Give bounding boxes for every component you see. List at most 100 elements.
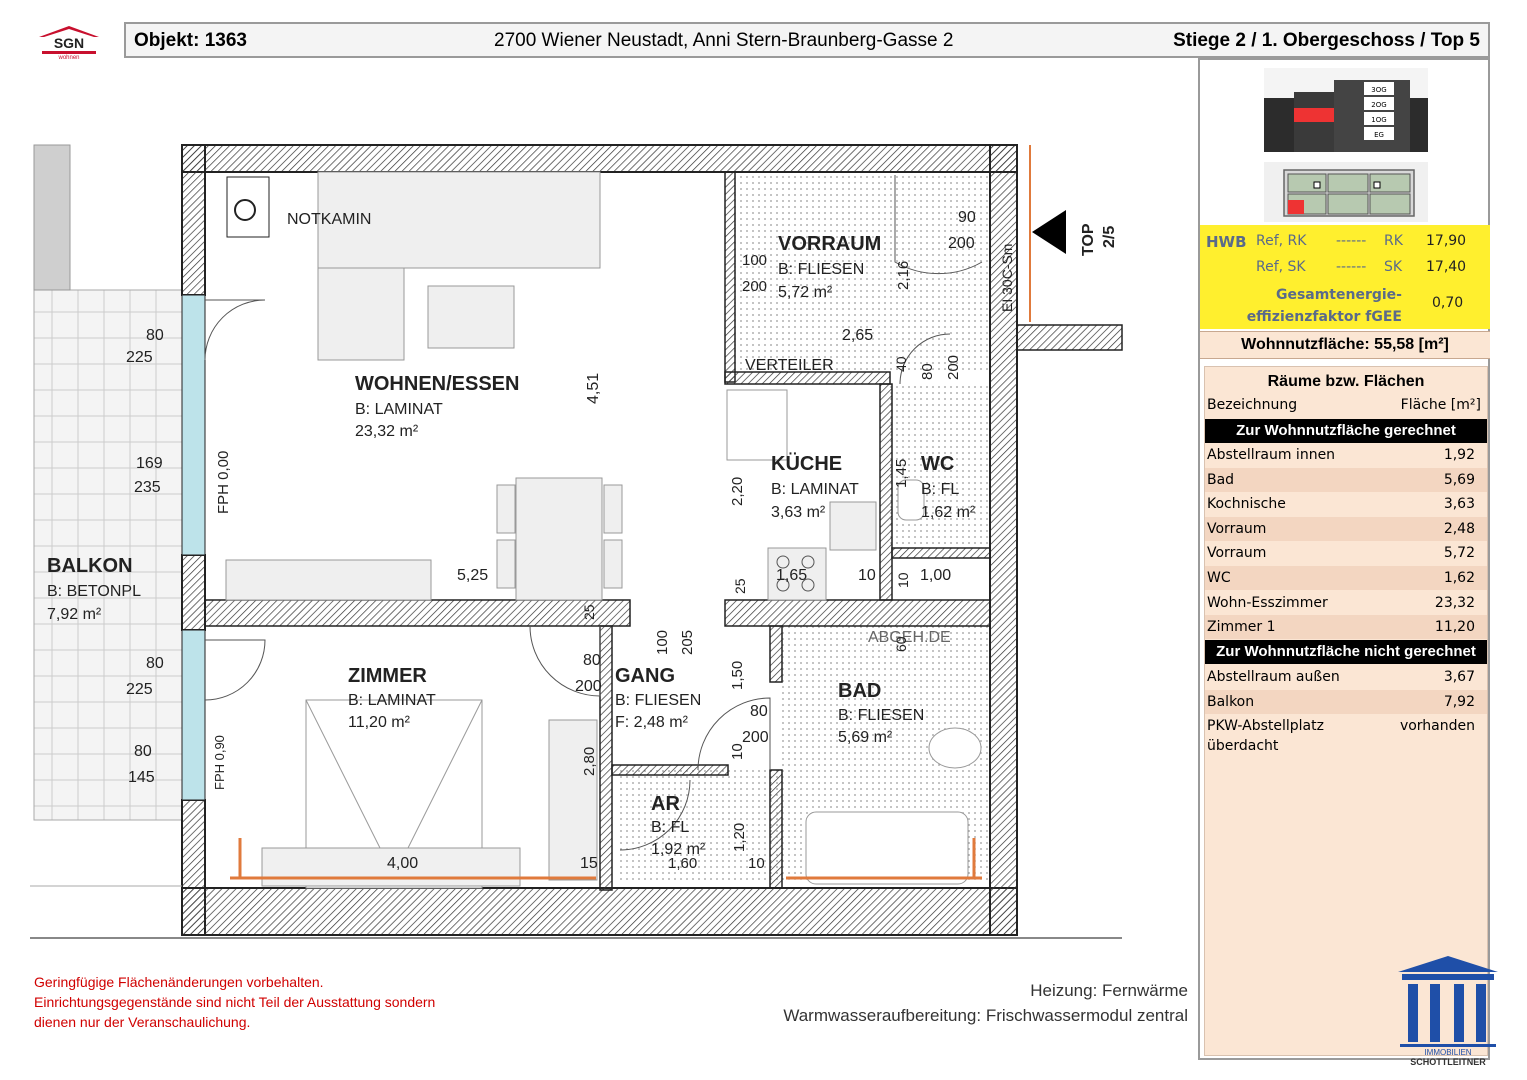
room-row: WC 1,62: [1205, 566, 1487, 590]
svg-text:1OG: 1OG: [1371, 116, 1386, 124]
label-gang: GANG: [615, 665, 675, 687]
svg-text:ABGEH.DE: ABGEH.DE: [868, 629, 951, 646]
svg-text:80: 80: [919, 363, 936, 380]
svg-text:F: 2,48 m²: F: 2,48 m²: [615, 714, 689, 731]
sink: [829, 501, 877, 551]
sk-label: SK: [1384, 259, 1403, 275]
sideboard: [225, 559, 432, 601]
dash-rk: ------: [1336, 233, 1367, 249]
svg-text:60: 60: [893, 636, 909, 652]
room-area: 3,63: [1443, 496, 1475, 513]
svg-text:FPH 0,90: FPH 0,90: [212, 735, 227, 790]
room-name: Bad: [1207, 471, 1235, 488]
svg-text:3,63 m²: 3,63 m²: [771, 504, 826, 521]
svg-text:200: 200: [575, 678, 602, 695]
svg-text:2/5: 2/5: [1101, 226, 1118, 248]
floor-plan: NOTKAMIN WOHNEN/ESSEN B: LAMINAT 23,32 m…: [30, 144, 1123, 939]
room-area: 3,67: [1443, 669, 1475, 685]
washbasin: [928, 727, 982, 769]
room-row: Bad 5,69: [1205, 467, 1487, 492]
wall-left-mid: [181, 554, 206, 631]
wall-gang-left: [599, 625, 613, 891]
svg-text:25: 25: [581, 604, 597, 620]
balcony-railing: [33, 144, 71, 291]
label-ar: AR: [651, 793, 680, 815]
label-balkon: BALKON: [47, 555, 133, 577]
hwb-label: HWB: [1206, 233, 1247, 251]
wall-wc-left: [879, 383, 893, 601]
room-area: vorhanden: [1399, 718, 1475, 735]
svg-text:TOP: TOP: [1080, 223, 1097, 256]
rooms-table: Räume bzw. Flächen Bezeichnung Fläche [m…: [1204, 366, 1488, 1056]
svg-text:40: 40: [893, 356, 909, 372]
fgee-line2: effizienzfaktor fGEE: [1246, 309, 1402, 325]
svg-text:EG: EG: [1374, 131, 1384, 139]
svg-text:B: FLIESEN: B: FLIESEN: [838, 707, 924, 724]
object-label: Objekt: 1363: [134, 30, 247, 51]
svg-text:200: 200: [945, 355, 962, 380]
bathtub: [805, 811, 969, 885]
entrance-arrow: [1032, 210, 1066, 254]
label-kueche: KÜCHE: [771, 452, 842, 475]
wall-living-zimmer: [204, 599, 631, 627]
sgn-logo: SGN wohnen: [39, 26, 99, 60]
room-row: Balkon 7,92: [1205, 689, 1487, 714]
sofa-end: [317, 267, 405, 361]
svg-text:B: BETONPL: B: BETONPL: [47, 583, 141, 600]
svg-text:1,00: 1,00: [920, 567, 951, 584]
svg-text:145: 145: [128, 769, 155, 786]
label-zimmer: ZIMMER: [348, 665, 427, 687]
svg-text:1,62 m²: 1,62 m²: [921, 504, 976, 521]
room-row: Abstellraum innen 1,92: [1205, 443, 1487, 467]
svg-text:23,32 m²: 23,32 m²: [355, 423, 419, 440]
svg-text:235: 235: [134, 479, 161, 496]
wall-bad-left-bottom: [769, 769, 783, 889]
svg-text:4,00: 4,00: [387, 855, 418, 872]
svg-text:25: 25: [732, 578, 748, 594]
floor-label: Stiege 2 / 1. Obergeschoss / Top 5: [1173, 30, 1480, 51]
svg-text:5,25: 5,25: [457, 567, 488, 584]
notkamin: [226, 176, 270, 238]
logo-text: SGN: [54, 35, 84, 51]
building-section-thumbnail: 3OG 2OG 1OG EG: [1264, 68, 1428, 152]
svg-text:B: LAMINAT: B: LAMINAT: [348, 692, 436, 709]
rk-value: 17,90: [1426, 233, 1467, 249]
svg-text:B: FLIESEN: B: FLIESEN: [615, 692, 701, 709]
room-name: WC: [1207, 570, 1231, 586]
ref-rk-label: Ref, RK: [1256, 233, 1307, 249]
rooms-column-header: Bezeichnung Fläche [m²]: [1207, 397, 1481, 413]
col-area: Fläche [m²]: [1400, 397, 1481, 413]
fgee-value: 0,70: [1432, 295, 1464, 311]
wall-left-top: [181, 144, 206, 296]
svg-text:B: FL: B: FL: [921, 481, 959, 498]
svg-text:90: 90: [958, 209, 976, 226]
wall-top: [181, 144, 1018, 173]
label-verteiler: VERTEILER: [745, 357, 834, 374]
room-name: Zimmer 1: [1207, 619, 1276, 636]
room-name: Abstellraum innen: [1207, 447, 1336, 463]
label-wc: WC: [921, 453, 954, 475]
wall-wc-bottom: [891, 547, 991, 559]
room-area: 2,48: [1443, 520, 1475, 537]
svg-text:3OG: 3OG: [1371, 86, 1386, 94]
dining-table: [515, 477, 603, 601]
window-living: [181, 294, 206, 556]
room-area: 7,92: [1443, 693, 1475, 710]
room-name: Vorraum: [1207, 520, 1267, 537]
svg-text:1,20: 1,20: [731, 823, 748, 852]
wohnnutzflaeche: Wohnnutzfläche: 55,58 [m²]: [1200, 331, 1490, 359]
svg-text:225: 225: [126, 349, 153, 366]
svg-text:B: LAMINAT: B: LAMINAT: [355, 401, 443, 418]
svg-text:10: 10: [895, 572, 911, 588]
coffee-table: [427, 285, 515, 349]
kitchen-unit: [726, 389, 788, 461]
disclaimer-notes: Geringfügige Flächenänderungen vorbehalt…: [34, 972, 494, 1032]
note-line: dienen nur der Veranschaulichung.: [34, 1014, 251, 1030]
room-name: Kochnische: [1207, 496, 1286, 513]
svg-text:B: LAMINAT: B: LAMINAT: [771, 481, 859, 498]
svg-text:11,20 m²: 11,20 m²: [348, 714, 411, 731]
svg-text:200: 200: [742, 729, 769, 746]
room-name: Vorraum: [1207, 545, 1267, 562]
svg-text:1,65: 1,65: [776, 567, 807, 584]
heating-line: Heizung: Fernwärme: [1030, 981, 1188, 1000]
